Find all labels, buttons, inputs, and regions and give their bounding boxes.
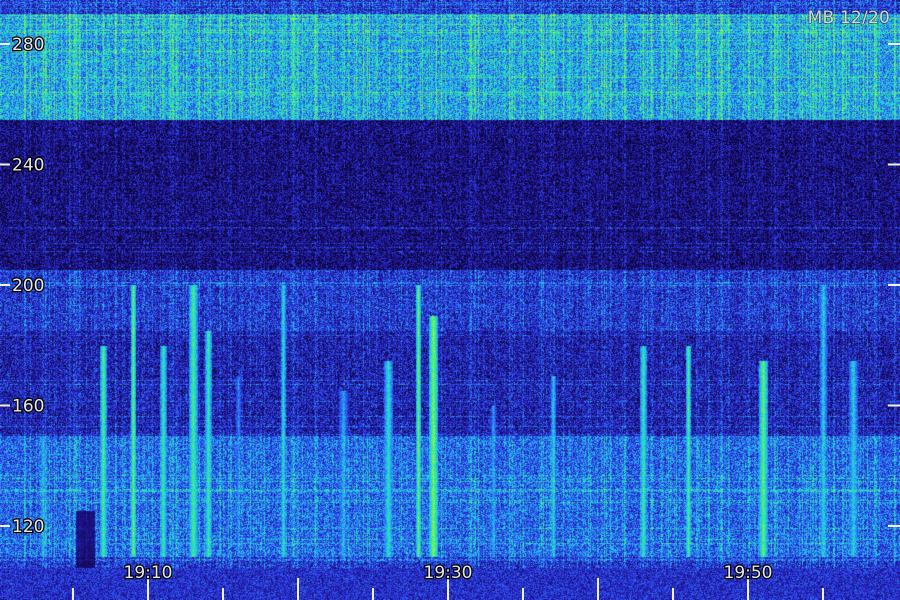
x-tick-label: 19:10 xyxy=(124,563,173,583)
y-tick-label: 200 xyxy=(12,276,44,296)
y-axis-left: 120 160 200 240 280 xyxy=(0,34,46,538)
station-date-stamp: MB 12/20 xyxy=(808,8,890,28)
x-axis: 19:10 19:30 19:50 xyxy=(72,562,824,600)
y-tick-label: 280 xyxy=(12,35,44,55)
x-tick-label: 19:30 xyxy=(424,563,473,583)
x-tick-label: 19:50 xyxy=(724,563,773,583)
y-tick-label: 120 xyxy=(12,517,44,537)
y-tick-label: 240 xyxy=(12,156,44,176)
y-tick-label: 160 xyxy=(12,397,44,417)
chart-overlay: 120 160 200 240 280 19:10 19:30 19:50 MB 12/20 xyxy=(0,7,900,600)
y-axis-right xyxy=(888,43,900,527)
